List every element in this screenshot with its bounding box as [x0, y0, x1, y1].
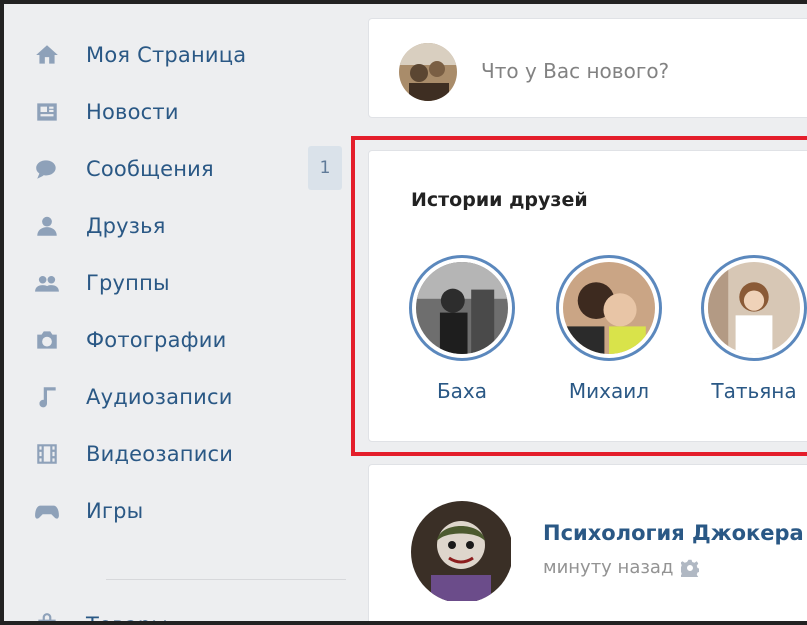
avatar[interactable] — [399, 43, 457, 101]
gamepad-icon — [30, 494, 64, 528]
post-author-avatar[interactable] — [411, 501, 513, 603]
bag-icon — [30, 608, 64, 621]
post-timestamp[interactable]: минуту назад — [543, 557, 700, 578]
sidebar-item-label: Видеозаписи — [86, 441, 234, 466]
sidebar-item-messages[interactable]: Сообщения 1 — [26, 140, 346, 197]
sidebar-item-audio[interactable]: Аудиозаписи — [26, 368, 346, 425]
sidebar-item-label: Друзья — [86, 213, 166, 238]
sidebar-item-label: Новости — [86, 99, 179, 124]
home-icon — [30, 38, 64, 72]
messages-icon — [30, 152, 64, 186]
post-author-name[interactable]: Психология Джокера — [543, 521, 804, 545]
sidebar-item-games[interactable]: Игры — [26, 482, 346, 539]
friends-icon — [30, 209, 64, 243]
sidebar-item-label: Фотографии — [86, 327, 227, 352]
gear-icon — [681, 559, 700, 577]
news-icon — [30, 95, 64, 129]
feed-post: Психология Джокера минуту назад — [368, 464, 807, 621]
sidebar-item-groups[interactable]: Группы — [26, 254, 346, 311]
post-composer[interactable]: Что у Вас нового? — [368, 18, 807, 118]
sidebar-divider — [106, 579, 346, 580]
highlight-frame — [351, 136, 807, 456]
sidebar-item-my-page[interactable]: Моя Страница — [26, 26, 346, 83]
compose-placeholder[interactable]: Что у Вас нового? — [481, 59, 669, 83]
sidebar-item-label: Товары — [86, 613, 168, 622]
left-sidebar: Моя Страница Новости Сообщения 1 Друзья — [26, 26, 346, 621]
unread-badge[interactable]: 1 — [308, 146, 342, 190]
app-window: Моя Страница Новости Сообщения 1 Друзья — [4, 4, 807, 621]
groups-icon — [30, 266, 64, 300]
sidebar-item-market[interactable]: Товары — [26, 596, 346, 621]
sidebar-item-label: Игры — [86, 498, 144, 523]
sidebar-item-photos[interactable]: Фотографии — [26, 311, 346, 368]
post-time-text: минуту назад — [543, 557, 674, 578]
sidebar-item-label: Сообщения — [86, 156, 214, 181]
sidebar-item-video[interactable]: Видеозаписи — [26, 425, 346, 482]
video-icon — [30, 437, 64, 471]
sidebar-item-label: Аудиозаписи — [86, 384, 233, 409]
camera-icon — [30, 323, 64, 357]
music-icon — [30, 380, 64, 414]
sidebar-item-label: Группы — [86, 270, 170, 295]
sidebar-item-friends[interactable]: Друзья — [26, 197, 346, 254]
sidebar-item-label: Моя Страница — [86, 42, 247, 67]
sidebar-item-news[interactable]: Новости — [26, 83, 346, 140]
